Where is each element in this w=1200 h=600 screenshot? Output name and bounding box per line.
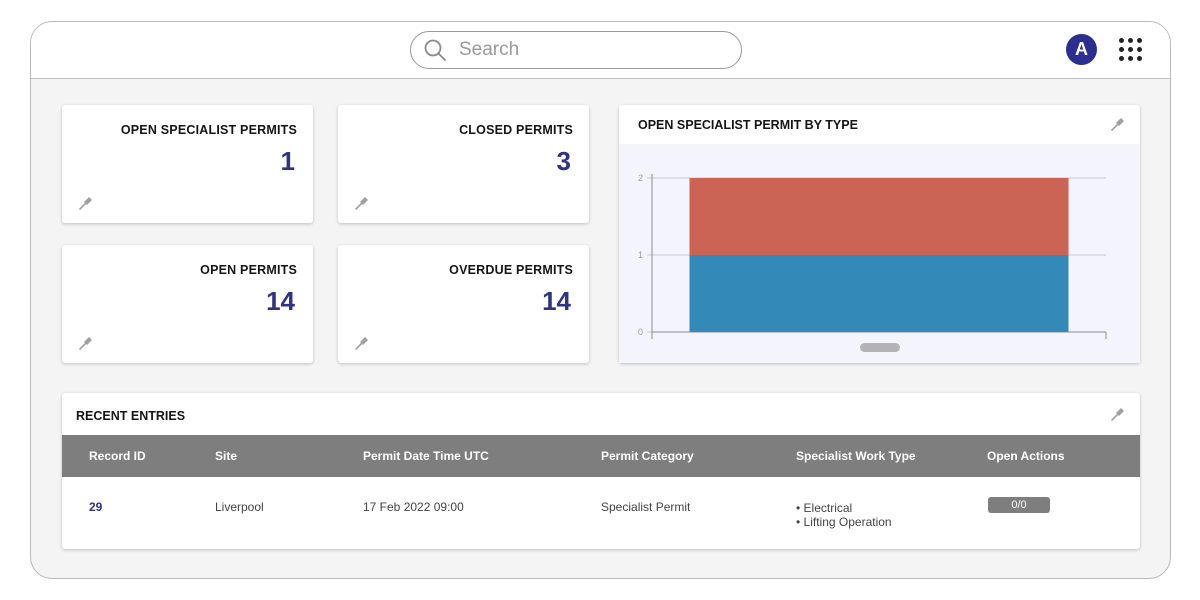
recent-entries-title: RECENT ENTRIES (76, 409, 186, 423)
category-cell: Specialist Permit (601, 500, 691, 514)
kpi-title: OPEN PERMITS (200, 263, 297, 277)
work-type-item: • Electrical (796, 501, 853, 515)
table-row[interactable]: 29 Liverpool 17 Feb 2022 09:00 Specialis… (62, 477, 1140, 549)
pin-icon[interactable] (1110, 406, 1126, 422)
search-icon (424, 39, 446, 61)
search-input[interactable] (459, 39, 699, 61)
work-type-cell: • Electrical • Lifting Operation (796, 501, 892, 529)
kpi-value: 14 (542, 286, 571, 316)
site-cell: Liverpool (215, 500, 264, 514)
bar-segment (689, 255, 1069, 332)
chart-title: OPEN SPECIALIST PERMIT BY TYPE (638, 118, 858, 132)
record-id-link[interactable]: 29 (89, 500, 102, 514)
kpi-value: 3 (556, 146, 571, 176)
chart-area: 0 1 2 (619, 144, 1140, 363)
y-tick-label: 2 (638, 173, 643, 183)
pin-icon[interactable] (1110, 116, 1126, 132)
column-header-site[interactable]: Site (215, 449, 237, 463)
apps-grid-icon[interactable] (1119, 38, 1143, 62)
column-header-open-actions[interactable]: Open Actions (987, 449, 1065, 463)
stacked-bar-chart: 0 1 2 (638, 173, 1107, 339)
chart-scrollbar-thumb[interactable] (860, 343, 900, 352)
user-avatar[interactable]: A (1066, 34, 1097, 65)
column-header-specialist-work-type[interactable]: Specialist Work Type (796, 449, 916, 463)
y-tick-label: 1 (638, 250, 643, 260)
kpi-title: CLOSED PERMITS (459, 123, 573, 137)
pin-icon[interactable] (354, 335, 370, 351)
column-header-permit-category[interactable]: Permit Category (601, 449, 694, 463)
open-actions-badge[interactable]: 0/0 (988, 497, 1050, 513)
table-header: Record ID Site Permit Date Time UTC Perm… (62, 435, 1140, 477)
datetime-cell: 17 Feb 2022 09:00 (363, 500, 464, 514)
pin-icon[interactable] (78, 335, 94, 351)
recent-entries-card: RECENT ENTRIES Record ID Site Permit Dat… (62, 393, 1140, 549)
column-header-record-id[interactable]: Record ID (89, 449, 146, 463)
pin-icon[interactable] (78, 195, 94, 211)
kpi-value: 14 (266, 286, 295, 316)
pin-icon[interactable] (354, 195, 370, 211)
kpi-card-open-specialist-permits[interactable]: OPEN SPECIALIST PERMITS 1 (62, 105, 313, 223)
chart-card: OPEN SPECIALIST PERMIT BY TYPE 0 1 2 (619, 105, 1140, 363)
kpi-card-overdue-permits[interactable]: OVERDUE PERMITS 14 (338, 245, 589, 363)
column-header-permit-date-time[interactable]: Permit Date Time UTC (363, 449, 489, 463)
work-type-item: • Lifting Operation (796, 515, 892, 529)
dashboard-window: A OPEN SPECIALIST PERMITS 1 CLOSED PERMI… (30, 21, 1171, 579)
y-tick-label: 0 (638, 327, 643, 337)
bar-segment (689, 178, 1069, 255)
kpi-value: 1 (280, 146, 295, 176)
kpi-card-closed-permits[interactable]: CLOSED PERMITS 3 (338, 105, 589, 223)
kpi-title: OPEN SPECIALIST PERMITS (120, 123, 297, 137)
kpi-title: OVERDUE PERMITS (449, 263, 573, 277)
search-box[interactable] (410, 31, 742, 69)
kpi-card-open-permits[interactable]: OPEN PERMITS 14 (62, 245, 313, 363)
top-bar: A (31, 22, 1170, 79)
